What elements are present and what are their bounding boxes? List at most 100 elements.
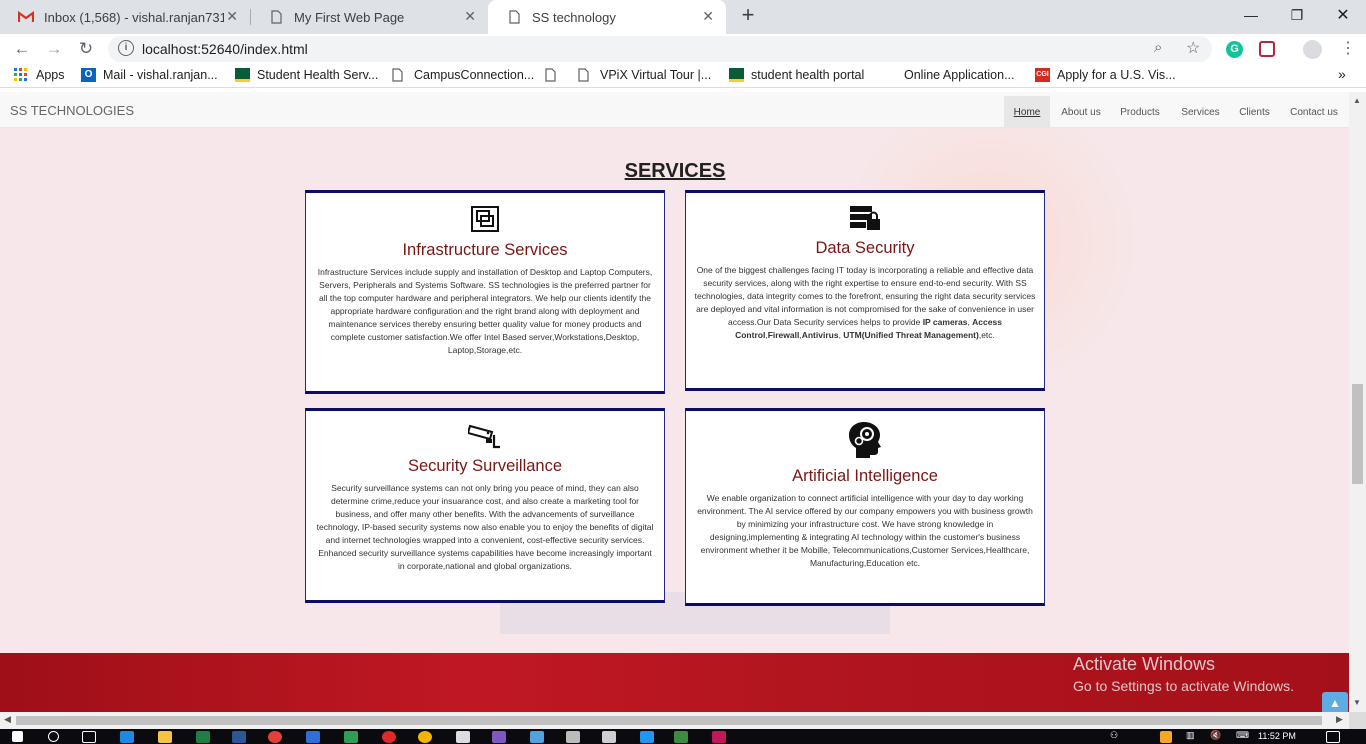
people-icon[interactable]: ⚇ (1110, 730, 1118, 741)
nav-products[interactable]: Products (1112, 96, 1168, 128)
word-icon[interactable] (232, 731, 246, 743)
language-icon[interactable]: ⌨ (1236, 730, 1249, 741)
page-icon (392, 68, 407, 82)
services-heading: SERVICES (624, 160, 726, 182)
windows-start-icon[interactable] (12, 731, 23, 742)
card-body-highlight: Firewall (767, 330, 800, 340)
notifications-icon[interactable] (1326, 731, 1340, 743)
app-icon[interactable] (530, 731, 544, 743)
network-icon[interactable]: ▥ (1186, 730, 1195, 741)
tab-title: SS technology (532, 9, 616, 25)
file-explorer-icon[interactable] (158, 731, 172, 743)
scroll-down-arrow-icon[interactable]: ▼ (1353, 698, 1361, 707)
card-infrastructure-services: Infrastructure Services Infrastructure S… (305, 190, 665, 394)
zoom-icon[interactable]: ⌕ (1154, 39, 1162, 56)
back-arrow-icon[interactable]: ← (10, 37, 34, 61)
vertical-scroll-thumb[interactable] (1352, 384, 1363, 484)
nav-home[interactable]: Home (1004, 96, 1050, 128)
card-title: Security Surveillance (407, 457, 563, 475)
nav-services[interactable]: Services (1172, 96, 1229, 128)
app-icon[interactable] (344, 731, 358, 743)
card-title: Data Security (815, 239, 915, 257)
bookmark-apps[interactable]: Apps (14, 68, 65, 82)
chrome-canary-icon[interactable] (418, 731, 432, 743)
store-icon[interactable] (602, 731, 616, 743)
profile-avatar-icon[interactable] (1303, 40, 1322, 59)
battery-icon[interactable] (1160, 731, 1172, 743)
scroll-up-arrow-icon[interactable]: ▲ (1353, 96, 1361, 105)
task-view-icon[interactable] (82, 731, 96, 743)
vertical-scrollbar[interactable]: ▲ ▼ (1349, 92, 1366, 712)
tab-title: My First Web Page (294, 9, 405, 25)
info-icon[interactable]: i (118, 40, 134, 56)
grammarly-extension-icon[interactable]: G (1226, 41, 1243, 58)
restore-icon[interactable]: ❐ (1274, 0, 1320, 30)
vscode-icon[interactable] (640, 731, 654, 743)
horizontal-scroll-thumb[interactable] (16, 716, 1322, 725)
more-bookmarks-icon[interactable]: » (1338, 66, 1346, 82)
browser-tab-bar: Inbox (1,568) - vishal.ranjan7313@ ✕ My … (0, 0, 1366, 34)
forward-arrow-icon[interactable]: → (42, 37, 66, 61)
bookmarks-bar: Apps O Mail - vishal.ranjan... Student H… (0, 64, 1366, 88)
bookmark-label: CampusConnection... (414, 68, 535, 82)
clock-time[interactable]: 11:52 PM (1258, 731, 1296, 741)
bookmark-label: VPiX Virtual Tour |... (600, 68, 712, 82)
app-icon[interactable] (712, 731, 726, 743)
bookmark-mail[interactable]: O Mail - vishal.ranjan... (81, 68, 218, 82)
nav-about-us[interactable]: About us (1053, 96, 1109, 128)
tab-ss-technology[interactable]: SS technology ✕ (488, 0, 726, 34)
excel-icon[interactable] (196, 731, 210, 743)
opera-icon[interactable] (382, 731, 396, 743)
edge-icon[interactable] (120, 731, 134, 743)
bookmark-student-health-portal[interactable]: student health portal (729, 68, 864, 82)
close-window-icon[interactable]: ✕ (1320, 0, 1366, 30)
site-brand[interactable]: SS TECHNOLOGIES (10, 103, 134, 118)
volume-muted-icon[interactable]: 🔇 (1210, 730, 1221, 741)
close-tab-icon[interactable]: ✕ (702, 8, 714, 25)
outlook-taskbar-icon[interactable] (306, 731, 320, 743)
card-data-security: Data Security One of the biggest challen… (685, 190, 1045, 391)
bookmark-online-application[interactable]: Online Application... (904, 68, 1015, 82)
page-icon (545, 68, 560, 82)
bookmark-star-icon[interactable]: ☆ (1186, 38, 1200, 58)
address-bar[interactable]: i localhost:52640/index.html ⌕ ☆ (108, 36, 1212, 62)
bookmark-apply-us-visa[interactable]: CGI Apply for a U.S. Vis... (1035, 68, 1176, 82)
visual-studio-icon[interactable] (492, 731, 506, 743)
apps-grid-icon (14, 68, 29, 82)
pocket-extension-icon[interactable] (1259, 41, 1275, 57)
bookmark-student-health-services[interactable]: Student Health Serv... (235, 68, 378, 82)
card-title: Infrastructure Services (402, 241, 568, 259)
tab-title: Inbox (1,568) - vishal.ranjan7313@ (44, 9, 224, 25)
cctv-camera-icon (468, 424, 500, 449)
card-body-highlight: UTM(Unified Threat Management) (843, 330, 979, 340)
bookmark-vpix-virtual-tour[interactable]: VPiX Virtual Tour |... (578, 68, 711, 82)
scroll-right-arrow-icon[interactable]: ▶ (1336, 714, 1343, 725)
card-title: Artificial Intelligence (792, 467, 938, 485)
tab-my-first-web-page[interactable]: My First Web Page ✕ (250, 0, 488, 34)
search-icon[interactable] (48, 731, 59, 742)
horizontal-scrollbar[interactable]: ◀ ▶ (0, 712, 1349, 729)
close-tab-icon[interactable]: ✕ (464, 8, 476, 25)
bookmark-label: Online Application... (904, 68, 1015, 82)
minimize-icon[interactable]: — (1228, 0, 1274, 30)
bookmark-untitled[interactable] (545, 68, 567, 82)
nav-clients[interactable]: Clients (1232, 96, 1277, 128)
ndsu-icon (729, 68, 744, 82)
app-icon[interactable] (456, 731, 470, 743)
chrome-icon[interactable] (268, 731, 282, 743)
scroll-left-arrow-icon[interactable]: ◀ (4, 714, 11, 725)
reload-icon[interactable]: ↻ (74, 37, 98, 61)
close-tab-icon[interactable]: ✕ (226, 8, 238, 25)
nav-label: Clients (1239, 106, 1270, 118)
tab-inbox[interactable]: Inbox (1,568) - vishal.ranjan7313@ ✕ (0, 0, 250, 34)
scroll-to-top-button[interactable]: ▲ (1322, 692, 1348, 712)
card-body: One of the biggest challenges facing IT … (686, 264, 1044, 342)
menu-dots-icon[interactable]: ⋮ (1340, 38, 1356, 58)
app-icon[interactable] (674, 731, 688, 743)
chevron-up-icon: ▲ (1329, 696, 1341, 710)
card-artificial-intelligence: Artificial Intelligence We enable organi… (685, 408, 1045, 606)
bookmark-campusconnection[interactable]: CampusConnection... (392, 68, 534, 82)
new-tab-button[interactable]: + (736, 4, 760, 28)
nav-contact-us[interactable]: Contact us (1283, 96, 1345, 128)
app-icon[interactable] (566, 731, 580, 743)
